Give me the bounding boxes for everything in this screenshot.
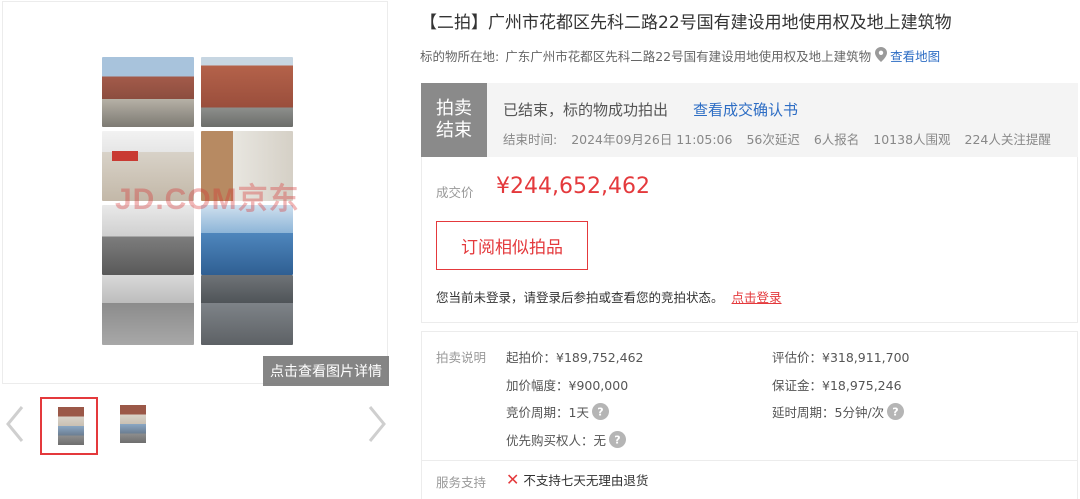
- location-value: 广东广州市花都区先科二路22号国有建设用地使用权及地上建筑物: [505, 49, 872, 64]
- help-icon[interactable]: ?: [591, 403, 609, 420]
- auction-terms-panel: 拍卖说明 起拍价：¥189,752,462 评估价：¥318,911,700 加…: [421, 331, 1078, 499]
- bid-cycle: 竞价周期：1天 ?: [506, 402, 609, 421]
- view-map-link[interactable]: 查看地图: [890, 46, 940, 65]
- listing-title: 【二拍】广州市花都区先科二路22号国有建设用地使用权及地上建筑物: [420, 13, 952, 33]
- listing-location: 标的物所在地: 广东广州市花都区先科二路22号国有建设用地使用权及地上建筑物 查…: [420, 46, 940, 65]
- chevron-left-icon[interactable]: [4, 404, 26, 444]
- main-image-viewer[interactable]: JD.COM京东 点击查看图片详情: [2, 1, 389, 386]
- photo-open-floor: [102, 275, 194, 345]
- help-icon[interactable]: ?: [887, 403, 905, 420]
- thumbnail-2[interactable]: [104, 397, 162, 455]
- view-confirmation-link[interactable]: 查看成交确认书: [693, 99, 798, 120]
- service-label: 服务支持: [436, 475, 487, 490]
- status-badge-line1: 拍卖: [436, 98, 472, 119]
- view-image-details-button[interactable]: 点击查看图片详情: [263, 356, 389, 386]
- status-message: 已结束，标的物成功拍出: [503, 101, 669, 119]
- svg-text:?: ?: [614, 434, 620, 447]
- location-label: 标的物所在地:: [420, 49, 500, 64]
- service-no-return: ✕ 不支持七天无理由退货: [506, 470, 648, 489]
- service-no-return-text: 不支持七天无理由退货: [523, 473, 649, 488]
- jd-watermark: JD.COM京东: [115, 183, 300, 216]
- photo-building-facade: [201, 57, 293, 127]
- signup-count: 6人报名: [813, 132, 860, 147]
- photo-building-exterior: [102, 57, 194, 127]
- start-price: 起拍价：¥189,752,462: [506, 350, 644, 365]
- divider: [422, 460, 1077, 461]
- status-badge-line2: 结束: [436, 120, 472, 141]
- property-photo-thumbnail: [58, 407, 84, 445]
- priority-buyer: 优先购买权人：无 ?: [506, 430, 627, 449]
- chevron-right-icon[interactable]: [366, 404, 388, 444]
- status-badge: 拍卖 结束: [421, 83, 487, 157]
- property-photo-thumbnail: [120, 405, 146, 443]
- deal-price-label: 成交价: [436, 185, 474, 200]
- photo-parking: [201, 275, 293, 345]
- watcher-count: 224人关注提醒: [964, 132, 1051, 147]
- close-icon: ✕: [506, 470, 520, 489]
- end-time-label: 结束时间:: [503, 132, 558, 147]
- subscribe-similar-button[interactable]: 订阅相似拍品: [436, 221, 588, 270]
- terms-label: 拍卖说明: [436, 350, 487, 365]
- deal-panel: 成交价 ¥244,652,462 订阅相似拍品 您当前未登录，请登录后参拍或查看…: [421, 157, 1078, 323]
- map-pin-icon: [875, 46, 888, 65]
- bid-increment: 加价幅度：¥900,000: [506, 378, 629, 393]
- end-time: 2024年09月26日 11:05:06: [571, 132, 733, 147]
- deposit: 保证金：¥18,975,246: [772, 378, 902, 393]
- login-link[interactable]: 点击登录: [732, 290, 782, 305]
- login-prompt-text: 您当前未登录，请登录后参拍或查看您的竞拍状态。: [436, 290, 724, 305]
- thumbnail-1[interactable]: [40, 397, 98, 455]
- deal-price: ¥244,652,462: [496, 174, 650, 199]
- extension-period: 延时周期：5分钟/次 ?: [772, 402, 905, 421]
- help-icon[interactable]: ?: [609, 431, 627, 448]
- viewer-count: 10138人围观: [873, 132, 951, 147]
- auction-meta: 结束时间: 2024年09月26日 11:05:06 56次延迟 6人报名 10…: [503, 129, 1061, 148]
- auction-status-bar: 拍卖 结束 已结束，标的物成功拍出 查看成交确认书 结束时间: 2024年09月…: [421, 83, 1078, 157]
- delay-count: 56次延迟: [746, 132, 800, 147]
- appraisal-price: 评估价：¥318,911,700: [772, 350, 910, 365]
- svg-text:?: ?: [892, 406, 898, 419]
- svg-text:?: ?: [597, 406, 603, 419]
- login-prompt: 您当前未登录，请登录后参拍或查看您的竞拍状态。 点击登录: [436, 287, 782, 306]
